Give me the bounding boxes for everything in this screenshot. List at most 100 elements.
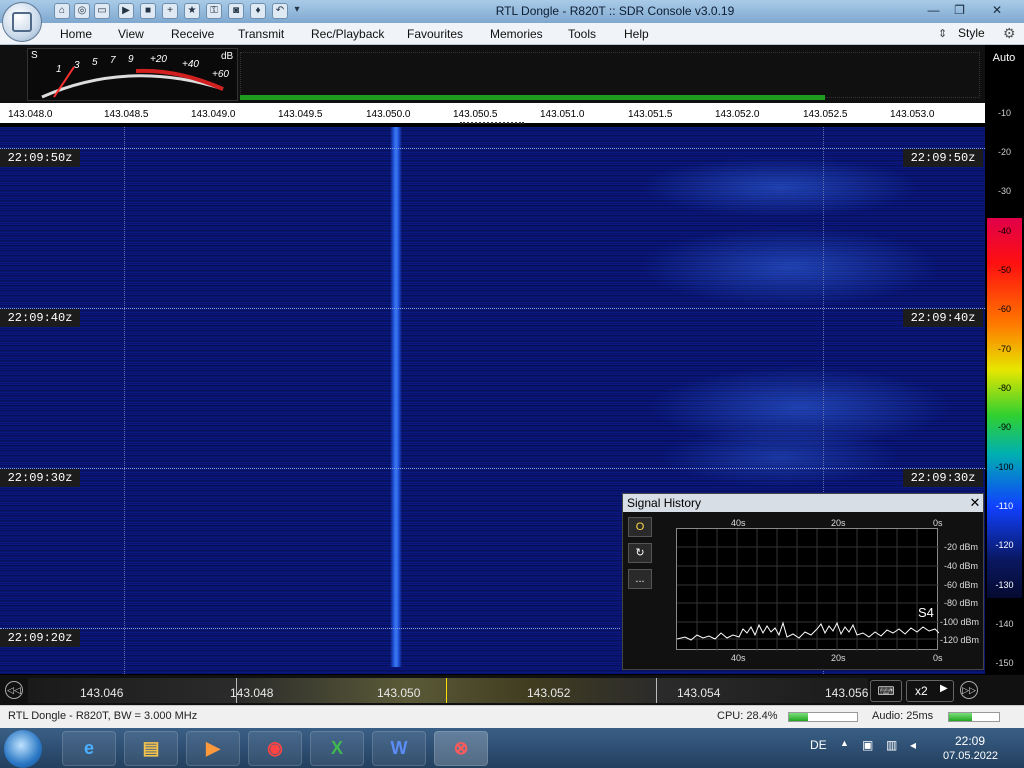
freq-label: 143.049.5 [278,109,323,120]
ie-icon[interactable]: e [62,731,116,766]
signal-history-title: Signal History [623,494,983,512]
qat-dropdown-icon[interactable]: ▾ [292,3,302,19]
cpu-bar [788,712,858,722]
db-label: -100 [995,462,1014,472]
s-scale-5: 5 [92,57,98,68]
sdr-console-icon[interactable]: ⊗ [434,731,488,766]
tuner-strip[interactable] [28,678,868,703]
camera-icon[interactable]: ◙ [228,3,244,19]
ruler-drag-handle[interactable] [460,122,524,125]
level-label: -100 dBm [940,617,980,627]
folder-icon[interactable]: ▭ [94,3,110,19]
tray-network-icon[interactable]: ▥ [886,738,897,752]
db-label: -20 [997,147,1011,157]
start-button[interactable] [4,730,42,768]
tab-home[interactable]: Home [60,27,92,41]
home-icon[interactable]: ⌂ [54,3,70,19]
lifebuoy-icon[interactable]: ◎ [74,3,90,19]
grid-hline [0,468,985,469]
tab-favourites[interactable]: Favourites [407,27,463,41]
db-label: -120 [995,540,1014,550]
chevron-right-icon[interactable]: ▶ [940,683,948,694]
device-status: RTL Dongle - R820T, BW = 3.000 MHz [8,710,198,722]
tuner-label: 143.054 [677,686,721,700]
level-label: -80 dBm [944,598,979,608]
time-label-bottom: 20s [831,653,846,663]
level-label: -60 dBm [944,580,979,590]
play-icon[interactable]: ▶ [118,3,134,19]
audio-status: Audio: 25ms [872,710,934,722]
tab-receive[interactable]: Receive [171,27,214,41]
minimize-button[interactable]: — [920,1,947,20]
db-label: -30 [997,186,1011,196]
s-scale-9: 9 [128,54,134,65]
tab-rec-playback[interactable]: Rec/Playback [311,27,384,41]
db-label: -60 [997,304,1011,314]
grid-hline [0,628,620,629]
app-menu-button[interactable] [2,2,42,42]
grid-hline [0,308,985,309]
tuner-label: 143.056 [825,686,868,700]
signal-history-graph [676,529,940,651]
close-button[interactable]: ✕ [982,1,1012,20]
tuner-marker [656,678,657,703]
timestamp-left: 22:09:50z [0,149,80,167]
level-label: -120 dBm [940,635,980,645]
tray-device-icon[interactable]: ▣ [862,738,873,752]
word-icon[interactable]: W [372,731,426,766]
s-value-label: S4 [918,605,934,620]
rewind-icon[interactable]: ◁◁ [5,681,23,699]
timestamp-right: 22:09:50z [903,149,983,167]
timestamp-left: 22:09:20z [0,629,80,647]
style-menu[interactable]: Style [958,26,985,40]
plus-icon[interactable]: + [162,3,178,19]
timestamp-left: 22:09:40z [0,309,80,327]
maximize-button[interactable]: ❐ [946,1,973,20]
signal-history-close-button[interactable]: ✕ [966,494,984,512]
db-label: -80 [997,383,1011,393]
explorer-icon[interactable]: ▤ [124,731,178,766]
clock-time[interactable]: 22:09 [955,734,985,748]
tab-help[interactable]: Help [624,27,649,41]
clock-date[interactable]: 07.05.2022 [943,750,998,762]
timestamp-right: 22:09:40z [903,309,983,327]
grid-vline [124,127,125,674]
tuner-cursor [446,678,447,703]
tray-arrow-icon[interactable]: ▲ [840,738,849,748]
timestamp-left: 22:09:30z [0,469,80,487]
lock-icon[interactable]: ⚿ [206,3,222,19]
auto-button[interactable]: Auto [987,48,1021,68]
window-title: RTL Dongle - R820T :: SDR Console v3.0.1… [495,4,735,18]
db-label: -10 [997,108,1011,118]
db-label: -40 [997,226,1011,236]
tab-tools[interactable]: Tools [568,27,596,41]
fast-forward-icon[interactable]: ▷▷ [960,681,978,699]
tab-memories[interactable]: Memories [490,27,543,41]
tab-transmit[interactable]: Transmit [238,27,284,41]
tuner-label: 143.046 [80,686,124,700]
drop-icon[interactable]: ♦ [250,3,266,19]
s-scale-7: 7 [110,55,116,66]
excel-icon[interactable]: X [310,731,364,766]
record-button[interactable]: O [628,517,652,537]
undo-icon[interactable]: ↶ [272,3,288,19]
stop-icon[interactable]: ■ [140,3,156,19]
media-player-icon[interactable]: ▶ [186,731,240,766]
freq-label: 143.051.5 [628,109,673,120]
carrier-signal-trace [390,127,402,667]
star-icon[interactable]: ★ [184,3,200,19]
reset-button[interactable]: ↻ [628,543,652,563]
s-scale-plus40: +40 [182,59,199,70]
updown-icon[interactable]: ⇕ [938,27,947,40]
audio-bar [948,712,1000,722]
keyboard-icon[interactable]: ⌨ [870,680,902,702]
audio-bar-fill [949,713,972,721]
freq-label: 143.053.0 [890,109,935,120]
chrome-icon[interactable]: ◉ [248,731,302,766]
tray-volume-icon[interactable]: ◂ [910,738,916,752]
language-indicator[interactable]: DE [810,738,827,752]
more-button[interactable]: ... [628,569,652,589]
tab-view[interactable]: View [118,27,144,41]
gear-icon[interactable]: ⚙ [1003,25,1016,42]
grid-hline [0,148,985,149]
